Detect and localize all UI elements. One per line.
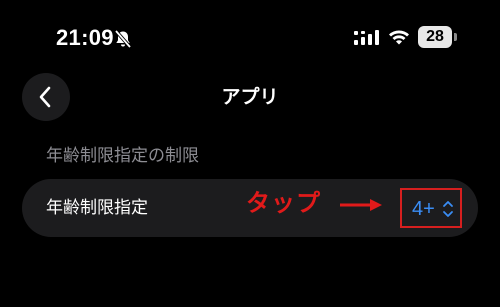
wifi-icon — [389, 30, 409, 45]
picker-value: 4+ — [412, 198, 435, 220]
age-rating-picker[interactable]: 4+ — [400, 188, 462, 228]
arrow-right-icon — [340, 199, 382, 211]
battery-icon: 28 — [418, 26, 458, 48]
tap-annotation: タップ — [246, 189, 321, 217]
page-title: アプリ — [221, 86, 279, 108]
cellular-signal-icon — [354, 30, 379, 45]
status-time: 21:09 — [56, 25, 114, 50]
chevron-up-down-icon — [443, 201, 453, 217]
battery-level: 28 — [418, 26, 452, 48]
row-label: 年齢制限指定 — [46, 198, 148, 218]
bell-muted-icon — [114, 29, 132, 49]
section-header: 年齢制限指定の制限 — [46, 146, 199, 166]
